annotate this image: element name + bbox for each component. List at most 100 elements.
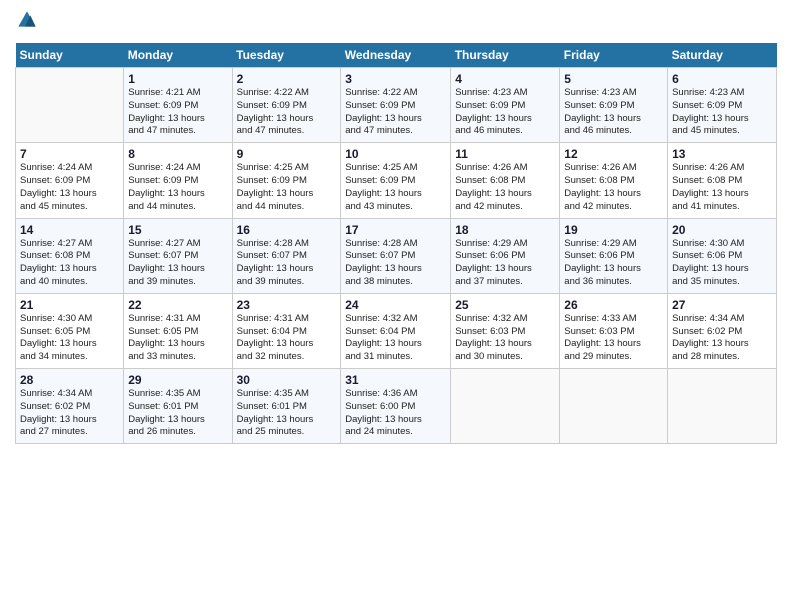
day-info: Sunrise: 4:35 AMSunset: 6:01 PMDaylight:…	[128, 388, 227, 439]
calendar-week-row: 14Sunrise: 4:27 AMSunset: 6:08 PMDayligh…	[16, 218, 777, 293]
calendar-cell: 28Sunrise: 4:34 AMSunset: 6:02 PMDayligh…	[16, 369, 124, 444]
weekday-header-thursday: Thursday	[451, 43, 560, 68]
day-number: 28	[20, 373, 119, 387]
calendar-cell	[668, 369, 777, 444]
day-number: 2	[237, 72, 337, 86]
weekday-header-row: SundayMondayTuesdayWednesdayThursdayFrid…	[16, 43, 777, 68]
calendar-cell: 5Sunrise: 4:23 AMSunset: 6:09 PMDaylight…	[560, 68, 668, 143]
day-number: 20	[672, 223, 772, 237]
day-number: 10	[345, 147, 446, 161]
day-info: Sunrise: 4:36 AMSunset: 6:00 PMDaylight:…	[345, 388, 446, 439]
day-info: Sunrise: 4:26 AMSunset: 6:08 PMDaylight:…	[455, 162, 555, 213]
day-number: 27	[672, 298, 772, 312]
calendar-cell: 6Sunrise: 4:23 AMSunset: 6:09 PMDaylight…	[668, 68, 777, 143]
calendar-cell: 4Sunrise: 4:23 AMSunset: 6:09 PMDaylight…	[451, 68, 560, 143]
day-number: 23	[237, 298, 337, 312]
day-number: 17	[345, 223, 446, 237]
calendar-cell: 9Sunrise: 4:25 AMSunset: 6:09 PMDaylight…	[232, 143, 341, 218]
day-number: 3	[345, 72, 446, 86]
day-number: 9	[237, 147, 337, 161]
calendar-cell: 7Sunrise: 4:24 AMSunset: 6:09 PMDaylight…	[16, 143, 124, 218]
calendar-cell: 8Sunrise: 4:24 AMSunset: 6:09 PMDaylight…	[124, 143, 232, 218]
weekday-header-sunday: Sunday	[16, 43, 124, 68]
day-number: 25	[455, 298, 555, 312]
day-number: 11	[455, 147, 555, 161]
day-number: 16	[237, 223, 337, 237]
calendar-cell	[16, 68, 124, 143]
calendar-cell: 18Sunrise: 4:29 AMSunset: 6:06 PMDayligh…	[451, 218, 560, 293]
day-info: Sunrise: 4:34 AMSunset: 6:02 PMDaylight:…	[20, 388, 119, 439]
day-info: Sunrise: 4:32 AMSunset: 6:04 PMDaylight:…	[345, 313, 446, 364]
day-info: Sunrise: 4:27 AMSunset: 6:07 PMDaylight:…	[128, 238, 227, 289]
day-info: Sunrise: 4:26 AMSunset: 6:08 PMDaylight:…	[564, 162, 663, 213]
calendar-cell: 1Sunrise: 4:21 AMSunset: 6:09 PMDaylight…	[124, 68, 232, 143]
day-number: 5	[564, 72, 663, 86]
page-container: SundayMondayTuesdayWednesdayThursdayFrid…	[0, 0, 792, 454]
weekday-header-friday: Friday	[560, 43, 668, 68]
calendar-cell: 27Sunrise: 4:34 AMSunset: 6:02 PMDayligh…	[668, 293, 777, 368]
day-number: 31	[345, 373, 446, 387]
weekday-header-saturday: Saturday	[668, 43, 777, 68]
weekday-header-tuesday: Tuesday	[232, 43, 341, 68]
day-number: 24	[345, 298, 446, 312]
day-info: Sunrise: 4:23 AMSunset: 6:09 PMDaylight:…	[672, 87, 772, 138]
weekday-header-monday: Monday	[124, 43, 232, 68]
day-info: Sunrise: 4:31 AMSunset: 6:04 PMDaylight:…	[237, 313, 337, 364]
day-info: Sunrise: 4:25 AMSunset: 6:09 PMDaylight:…	[237, 162, 337, 213]
day-info: Sunrise: 4:23 AMSunset: 6:09 PMDaylight:…	[455, 87, 555, 138]
day-info: Sunrise: 4:21 AMSunset: 6:09 PMDaylight:…	[128, 87, 227, 138]
day-info: Sunrise: 4:34 AMSunset: 6:02 PMDaylight:…	[672, 313, 772, 364]
day-info: Sunrise: 4:24 AMSunset: 6:09 PMDaylight:…	[20, 162, 119, 213]
header	[15, 10, 777, 35]
day-number: 6	[672, 72, 772, 86]
day-info: Sunrise: 4:23 AMSunset: 6:09 PMDaylight:…	[564, 87, 663, 138]
day-info: Sunrise: 4:28 AMSunset: 6:07 PMDaylight:…	[237, 238, 337, 289]
day-info: Sunrise: 4:30 AMSunset: 6:06 PMDaylight:…	[672, 238, 772, 289]
calendar-cell: 26Sunrise: 4:33 AMSunset: 6:03 PMDayligh…	[560, 293, 668, 368]
calendar-cell: 23Sunrise: 4:31 AMSunset: 6:04 PMDayligh…	[232, 293, 341, 368]
day-info: Sunrise: 4:29 AMSunset: 6:06 PMDaylight:…	[455, 238, 555, 289]
calendar-cell: 11Sunrise: 4:26 AMSunset: 6:08 PMDayligh…	[451, 143, 560, 218]
day-info: Sunrise: 4:24 AMSunset: 6:09 PMDaylight:…	[128, 162, 227, 213]
day-info: Sunrise: 4:35 AMSunset: 6:01 PMDaylight:…	[237, 388, 337, 439]
day-number: 21	[20, 298, 119, 312]
calendar-week-row: 21Sunrise: 4:30 AMSunset: 6:05 PMDayligh…	[16, 293, 777, 368]
calendar-cell	[451, 369, 560, 444]
day-number: 30	[237, 373, 337, 387]
weekday-header-wednesday: Wednesday	[341, 43, 451, 68]
day-info: Sunrise: 4:31 AMSunset: 6:05 PMDaylight:…	[128, 313, 227, 364]
day-info: Sunrise: 4:28 AMSunset: 6:07 PMDaylight:…	[345, 238, 446, 289]
day-info: Sunrise: 4:26 AMSunset: 6:08 PMDaylight:…	[672, 162, 772, 213]
calendar-cell: 2Sunrise: 4:22 AMSunset: 6:09 PMDaylight…	[232, 68, 341, 143]
calendar-cell: 10Sunrise: 4:25 AMSunset: 6:09 PMDayligh…	[341, 143, 451, 218]
day-number: 22	[128, 298, 227, 312]
day-number: 15	[128, 223, 227, 237]
day-number: 29	[128, 373, 227, 387]
calendar-week-row: 1Sunrise: 4:21 AMSunset: 6:09 PMDaylight…	[16, 68, 777, 143]
calendar-cell: 3Sunrise: 4:22 AMSunset: 6:09 PMDaylight…	[341, 68, 451, 143]
day-number: 13	[672, 147, 772, 161]
calendar-cell: 13Sunrise: 4:26 AMSunset: 6:08 PMDayligh…	[668, 143, 777, 218]
day-number: 8	[128, 147, 227, 161]
calendar-cell: 21Sunrise: 4:30 AMSunset: 6:05 PMDayligh…	[16, 293, 124, 368]
logo-icon	[17, 10, 37, 30]
day-info: Sunrise: 4:22 AMSunset: 6:09 PMDaylight:…	[345, 87, 446, 138]
calendar-week-row: 7Sunrise: 4:24 AMSunset: 6:09 PMDaylight…	[16, 143, 777, 218]
calendar-cell: 24Sunrise: 4:32 AMSunset: 6:04 PMDayligh…	[341, 293, 451, 368]
calendar-cell: 14Sunrise: 4:27 AMSunset: 6:08 PMDayligh…	[16, 218, 124, 293]
calendar-cell: 22Sunrise: 4:31 AMSunset: 6:05 PMDayligh…	[124, 293, 232, 368]
logo	[15, 10, 41, 35]
day-number: 12	[564, 147, 663, 161]
day-number: 4	[455, 72, 555, 86]
calendar-cell	[560, 369, 668, 444]
day-number: 19	[564, 223, 663, 237]
calendar-cell: 19Sunrise: 4:29 AMSunset: 6:06 PMDayligh…	[560, 218, 668, 293]
calendar-cell: 25Sunrise: 4:32 AMSunset: 6:03 PMDayligh…	[451, 293, 560, 368]
day-info: Sunrise: 4:22 AMSunset: 6:09 PMDaylight:…	[237, 87, 337, 138]
calendar-cell: 16Sunrise: 4:28 AMSunset: 6:07 PMDayligh…	[232, 218, 341, 293]
day-number: 18	[455, 223, 555, 237]
day-number: 7	[20, 147, 119, 161]
day-info: Sunrise: 4:30 AMSunset: 6:05 PMDaylight:…	[20, 313, 119, 364]
day-info: Sunrise: 4:33 AMSunset: 6:03 PMDaylight:…	[564, 313, 663, 364]
day-number: 1	[128, 72, 227, 86]
